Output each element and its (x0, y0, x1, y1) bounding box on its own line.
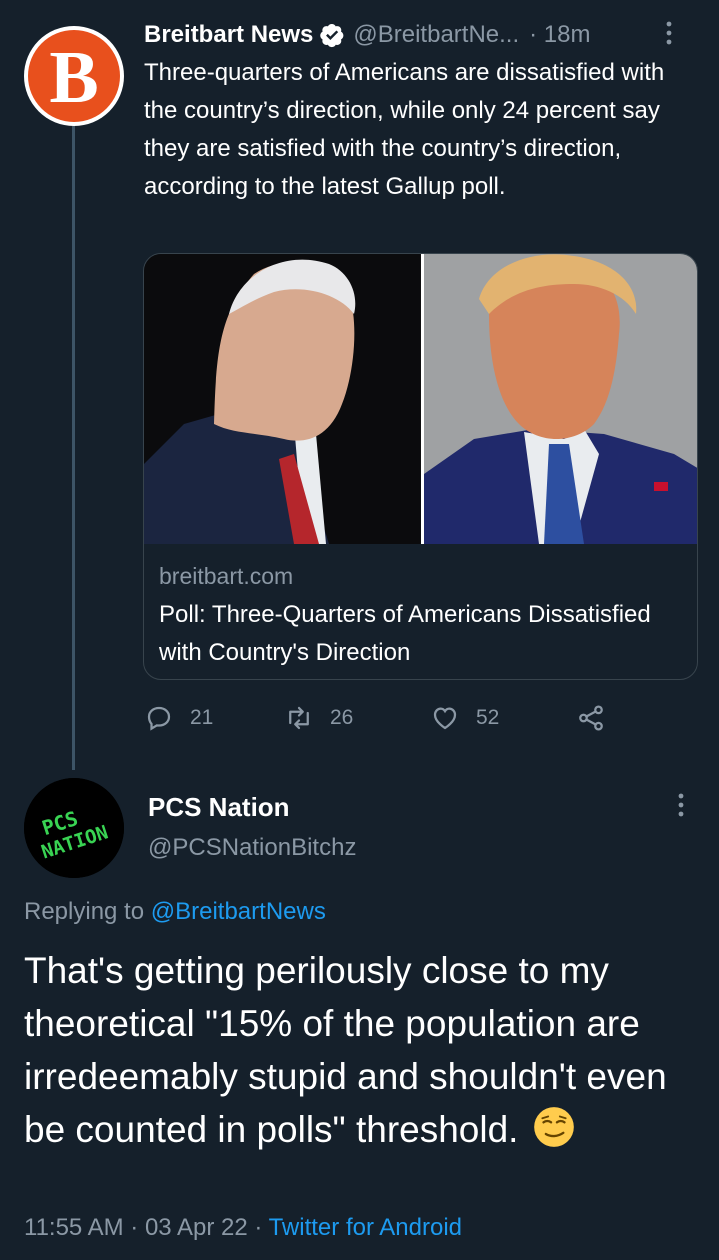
pcs-nation-logo: PCS NATION (24, 778, 124, 878)
author-name[interactable]: Breitbart News (144, 21, 313, 49)
tweet-actions: 21 26 52 (144, 698, 644, 738)
like-button[interactable]: 52 (430, 698, 499, 738)
reply-text-block: That's getting perilously close to my th… (24, 944, 704, 1156)
tweet-time[interactable]: · 18m (529, 21, 590, 49)
tweet-header: Breitbart News @BreitbartNe... · 18m (144, 18, 704, 52)
replying-mention-link[interactable]: @BreitbartNews (151, 898, 326, 925)
breitbart-avatar[interactable]: B (24, 26, 124, 126)
heart-icon (433, 707, 457, 730)
tweet-detail-view: B Breitbart News @BreitbartNe... · 18m T… (0, 0, 719, 1260)
more-options-icon[interactable] (664, 20, 674, 50)
retweet-icon (289, 706, 309, 730)
more-options-icon[interactable] (676, 792, 686, 825)
avatar-letter: B (49, 37, 99, 119)
reply-meta: 11:55 AM · 03 Apr 22 · Twitter for Andro… (24, 1214, 462, 1242)
card-image (144, 254, 697, 544)
reply-author-handle[interactable]: @PCSNationBitchz (148, 834, 356, 862)
reply-timestamp[interactable]: 11:55 AM · 03 Apr 22 · (24, 1214, 269, 1241)
link-preview-card[interactable]: breitbart.com Poll: Three-Quarters of Am… (143, 253, 698, 680)
reply-icon (147, 706, 171, 731)
reply-count: 21 (190, 706, 214, 729)
pcs-nation-avatar[interactable]: PCS NATION (24, 778, 124, 878)
card-domain: breitbart.com (159, 563, 294, 589)
smirking-face-emoji (533, 1107, 574, 1147)
replying-to: Replying to @BreitbartNews (24, 898, 326, 926)
thread-connector-line (72, 124, 75, 770)
verified-badge-icon (319, 22, 345, 48)
client-link[interactable]: Twitter for Android (269, 1214, 462, 1241)
card-title: Poll: Three-Quarters of Americans Dissat… (159, 601, 651, 666)
tweet-text: Three-quarters of Americans are dissatis… (144, 59, 665, 200)
share-button[interactable] (576, 698, 606, 738)
reply-button[interactable]: 21 (144, 698, 213, 738)
replying-prefix: Replying to (24, 898, 151, 925)
reply-author-name[interactable]: PCS Nation (148, 792, 290, 823)
share-icon (579, 705, 603, 731)
retweet-button[interactable]: 26 (284, 698, 353, 738)
like-count: 52 (476, 706, 500, 729)
retweet-count: 26 (330, 706, 354, 729)
author-handle[interactable]: @BreitbartNe... (353, 21, 519, 49)
